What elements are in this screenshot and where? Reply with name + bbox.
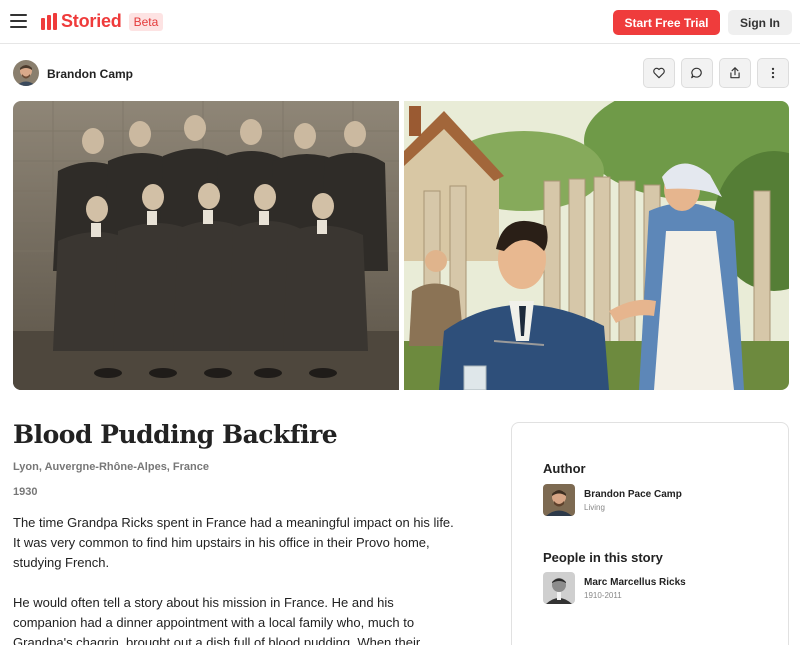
story-paragraph: He would often tell a story about his mi… — [13, 595, 421, 645]
people-heading: People in this story — [543, 550, 663, 565]
story-year: 1930 — [13, 486, 38, 498]
author-photo — [543, 484, 575, 516]
share-button[interactable] — [719, 58, 751, 88]
menu-icon[interactable] — [10, 14, 27, 28]
heart-icon — [653, 67, 665, 79]
brand-name: Storied — [61, 11, 122, 31]
comment-button[interactable] — [681, 58, 713, 88]
comment-icon — [691, 67, 702, 79]
person-link[interactable]: Marc Marcellus Ricks 1910-2011 — [543, 572, 686, 604]
logo-mark-icon — [41, 13, 57, 30]
person-lifespan: 1910-2011 — [584, 590, 622, 600]
story-details-card: Author Brandon Pace Camp Living People i… — [511, 422, 789, 645]
story-body: The time Grandpa Ricks spent in France h… — [13, 513, 458, 645]
beta-badge: Beta — [128, 12, 164, 31]
like-button[interactable] — [643, 58, 675, 88]
illustrated-story-image[interactable] — [404, 101, 789, 390]
more-icon — [771, 67, 775, 79]
top-bar: Storied Beta Start Free Trial Sign In — [0, 0, 800, 44]
story-title: Blood Pudding Backfire — [13, 420, 338, 449]
person-photo — [543, 572, 575, 604]
avatar[interactable] — [13, 60, 39, 86]
more-options-button[interactable] — [757, 58, 789, 88]
start-free-trial-button[interactable]: Start Free Trial — [613, 10, 720, 35]
author-link[interactable]: Brandon Pace Camp Living — [543, 484, 682, 516]
sign-in-button[interactable]: Sign In — [728, 10, 792, 35]
historic-group-photo[interactable] — [13, 101, 399, 390]
author-heading: Author — [543, 461, 586, 476]
story-location: Lyon, Auvergne-Rhône-Alpes, France — [13, 461, 209, 473]
person-name: Marc Marcellus Ricks — [584, 576, 686, 588]
story-paragraph: The time Grandpa Ricks spent in France h… — [13, 515, 454, 570]
author-status: Living — [584, 502, 605, 512]
story-owner-name[interactable]: Brandon Camp — [47, 67, 133, 81]
author-name: Brandon Pace Camp — [584, 488, 682, 500]
storied-logo[interactable]: Storied Beta — [41, 11, 164, 32]
share-icon — [730, 67, 740, 79]
